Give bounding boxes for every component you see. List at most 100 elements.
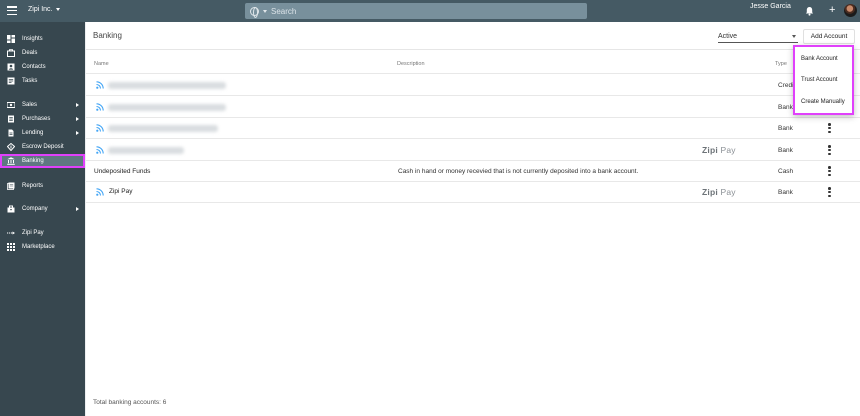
lending-icon: [8, 129, 14, 137]
sidebar-item-escrow-deposit[interactable]: Escrow Deposit: [0, 140, 85, 154]
account-type: Bank: [778, 125, 793, 132]
obscured-account-name: [108, 125, 218, 132]
status-filter-value: Active: [718, 32, 738, 40]
contacts-icon: [7, 63, 15, 71]
sidebar: Insights Deals Contacts Tasks Sales Purc…: [0, 22, 85, 416]
tasks-icon: [7, 77, 15, 85]
sidebar-item-label: Reports: [22, 183, 44, 189]
sidebar-item-purchases[interactable]: Purchases: [0, 112, 85, 126]
column-header-type[interactable]: Type: [775, 61, 787, 67]
feed-icon: [96, 124, 104, 132]
company-switcher[interactable]: Zipi Inc.: [28, 6, 60, 13]
sidebar-item-tasks[interactable]: Tasks: [0, 74, 85, 88]
sidebar-item-contacts[interactable]: Contacts: [0, 60, 85, 74]
company-name: Zipi Inc.: [28, 6, 53, 13]
company-icon: [7, 205, 15, 213]
sidebar-item-deals[interactable]: Deals: [0, 46, 85, 60]
sidebar-item-label: Banking: [22, 158, 44, 164]
account-type: Bank: [778, 189, 793, 196]
obscured-account-name: [108, 82, 226, 89]
chevron-down-icon[interactable]: [263, 9, 267, 13]
sidebar-item-banking[interactable]: Banking: [0, 154, 85, 168]
escrow-icon: [7, 143, 15, 151]
bell-icon[interactable]: [805, 6, 814, 16]
add-icon[interactable]: +: [829, 4, 835, 16]
insights-icon: [7, 35, 15, 43]
hamburger-menu-icon[interactable]: [7, 6, 17, 15]
chevron-right-icon: [76, 103, 79, 107]
avatar[interactable]: [844, 4, 857, 17]
menu-item-trust-account[interactable]: Trust Account: [801, 77, 851, 83]
sidebar-item-label: Deals: [22, 50, 38, 56]
page-title: Banking: [93, 31, 122, 40]
table-row[interactable]: Zipi Pay Bank: [86, 140, 860, 161]
chevron-right-icon: [76, 131, 79, 135]
globe-icon: [250, 6, 259, 18]
account-name: Zipi Pay: [109, 188, 133, 195]
sidebar-item-label: Marketplace: [22, 244, 55, 250]
chevron-down-icon: [55, 8, 60, 11]
feed-icon: [96, 81, 104, 89]
obscured-account-name: [108, 104, 226, 111]
account-name: Undeposited Funds: [94, 168, 151, 175]
chevron-right-icon: [76, 207, 79, 211]
table-row[interactable]: Bank: [86, 118, 860, 139]
sidebar-item-reports[interactable]: Reports: [0, 179, 85, 193]
top-bar: Zipi Inc. Jesse Garcia +: [0, 0, 860, 22]
table-row[interactable]: Bank: [86, 97, 860, 118]
reports-icon: [7, 182, 15, 190]
total-accounts: Total banking accounts: 6: [93, 399, 167, 406]
sales-icon: [7, 102, 15, 108]
feed-icon: [96, 188, 104, 196]
table-row[interactable]: Undeposited Funds Cash in hand or money …: [86, 161, 860, 182]
menu-item-create-manually[interactable]: Create Manually: [801, 99, 851, 105]
more-vertical-icon[interactable]: [828, 123, 831, 133]
feed-icon: [96, 103, 104, 111]
user-name[interactable]: Jesse Garcia: [750, 3, 791, 10]
sidebar-item-label: Tasks: [22, 78, 38, 84]
table-row[interactable]: Credit: [86, 75, 860, 96]
add-account-button[interactable]: Add Account: [803, 29, 855, 44]
sidebar-item-label: Sales: [22, 102, 38, 108]
marketplace-icon: [7, 243, 15, 251]
add-account-menu: Bank Account Trust Account Create Manual…: [793, 45, 854, 115]
purchases-icon: [8, 115, 14, 123]
more-vertical-icon[interactable]: [828, 145, 831, 155]
sidebar-item-sales[interactable]: Sales: [0, 98, 85, 112]
bank-icon: [7, 157, 15, 165]
sidebar-item-label: Purchases: [22, 116, 51, 122]
status-filter-select[interactable]: Active: [718, 30, 798, 43]
account-type: Bank: [778, 147, 793, 154]
column-header-name[interactable]: Name: [94, 61, 109, 67]
sidebar-item-label: Lending: [22, 130, 44, 136]
menu-item-bank-account[interactable]: Bank Account: [801, 56, 851, 62]
sidebar-item-lending[interactable]: Lending: [0, 126, 85, 140]
banking-panel: Banking Active Add Account Name Descript…: [86, 22, 860, 416]
feed-icon: [96, 146, 104, 154]
table-row[interactable]: Zipi Pay Zipi Pay Bank: [86, 182, 860, 203]
zipi-pay-icon: [7, 231, 15, 235]
more-vertical-icon[interactable]: [828, 187, 831, 197]
search-input[interactable]: [271, 6, 571, 16]
sidebar-item-zipi-pay[interactable]: Zipi Pay: [0, 226, 85, 240]
column-header-description[interactable]: Description: [397, 61, 425, 67]
zipi-pay-logo: Zipi Pay: [702, 187, 736, 197]
sidebar-item-label: Zipi Pay: [22, 230, 44, 236]
more-vertical-icon[interactable]: [828, 166, 831, 176]
sidebar-item-marketplace[interactable]: Marketplace: [0, 240, 85, 254]
chevron-right-icon: [76, 117, 79, 121]
header-divider: [86, 72, 860, 74]
search-bar[interactable]: [245, 3, 587, 19]
sidebar-item-insights[interactable]: Insights: [0, 32, 85, 46]
divider: [86, 49, 860, 50]
sidebar-item-label: Escrow Deposit: [22, 144, 64, 150]
sidebar-item-label: Contacts: [22, 64, 46, 70]
deals-icon: [7, 49, 15, 57]
account-type: Bank: [778, 104, 793, 111]
account-type: Cash: [778, 168, 794, 175]
sidebar-item-company[interactable]: Company: [0, 202, 85, 216]
zipi-pay-logo: Zipi Pay: [702, 145, 736, 155]
sidebar-item-label: Insights: [22, 36, 43, 42]
account-description: Cash in hand or money recevied that is n…: [398, 168, 639, 175]
chevron-down-icon: [792, 35, 796, 38]
